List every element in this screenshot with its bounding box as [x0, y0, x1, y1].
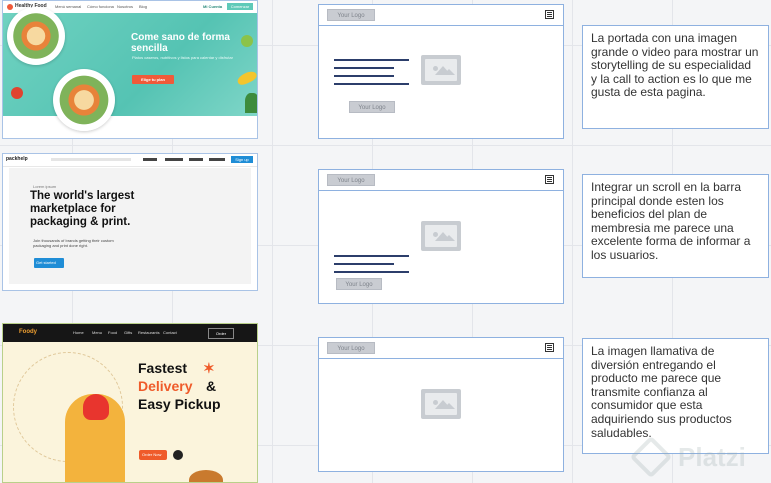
screenshot-cta-button: Elige tu plan [132, 75, 174, 84]
screenshot-nav-link: Restaurants [138, 330, 160, 335]
wireframe-text-line [334, 271, 409, 273]
screenshot-hero-title: Come sano de forma sencilla [131, 32, 230, 54]
wireframe-header: Your Logo [319, 170, 563, 191]
leaf-icon [245, 93, 257, 113]
screenshot-nav-link [209, 158, 225, 161]
screenshot-brand: packhelp [6, 156, 28, 162]
wireframe-footer-logo: Your Logo [336, 278, 382, 290]
image-placeholder-icon [421, 389, 461, 419]
food-plate-icon [53, 69, 115, 131]
wireframe-text-line [334, 83, 409, 85]
hamburger-menu-icon[interactable] [545, 343, 554, 352]
screenshot-nav-link [189, 158, 203, 161]
burger-icon [189, 470, 223, 482]
screenshot-nav-link: Nosotros [117, 4, 134, 9]
brand-logo-icon [7, 4, 13, 10]
wireframe-text-line [334, 75, 394, 77]
screenshot-hero-line-2: Delivery [138, 378, 193, 394]
screenshot-hero-line-1: Fastest [138, 360, 188, 376]
screenshot-hero-line-3: Easy Pickup [138, 396, 221, 412]
image-placeholder-icon [421, 221, 461, 251]
platzi-logo-icon [629, 435, 673, 479]
screenshot-eyebrow: Lorem ipsum [33, 184, 57, 189]
platzi-watermark: Platzi [629, 435, 766, 479]
screenshot-hero: Fastest ✶ Delivery & Easy Pickup Order N… [3, 342, 257, 482]
screenshot-nav: Foody Home Menu Food Gifts Restaurants C… [3, 324, 257, 342]
play-video-icon [173, 450, 183, 460]
note-1: La portada con una imagen grande o video… [582, 25, 769, 129]
screenshot-cta-button: Get started [34, 258, 64, 268]
lime-icon [241, 35, 253, 47]
wireframe-text-line [334, 263, 394, 265]
wireframe-1: Your Logo Your Logo [318, 4, 564, 139]
screenshot-nav-link: Contact [163, 330, 177, 335]
screenshot-nav: packhelp Sign up [3, 154, 257, 167]
wireframe-3: Your Logo [318, 337, 564, 472]
screenshot-nav-cta: Comenzar [227, 3, 253, 10]
wireframe-header: Your Logo [319, 338, 563, 359]
reference-screenshot-3: Foody Home Menu Food Gifts Restaurants C… [2, 323, 258, 483]
screenshot-cta-label: Get started [36, 260, 56, 265]
sparkle-icon: ✶ [203, 360, 215, 376]
reference-screenshot-1: Healthy Food Menú semanal Cómo funciona … [2, 0, 258, 139]
screenshot-nav-cta: Order [208, 328, 234, 339]
screenshot-nav-link: Blog [139, 4, 148, 9]
hamburger-menu-icon[interactable] [545, 175, 554, 184]
screenshot-nav-cta: Sign up [231, 156, 253, 163]
screenshot-hero-amp: & [206, 378, 217, 394]
wireframe-footer-logo: Your Logo [349, 101, 395, 113]
screenshot-search-bar [51, 158, 131, 161]
wireframe-2: Your Logo Your Logo [318, 169, 564, 304]
screenshot-nav-link: Menu [92, 330, 103, 335]
screenshot-hero-subtitle: Platos caseros, nutritivos y listos para… [132, 55, 233, 60]
wireframe-text-line [334, 255, 409, 257]
screenshot-nav-link: Cómo funciona [87, 4, 114, 9]
screenshot-nav-link [165, 158, 183, 161]
reference-screenshot-2: packhelp Sign up Lorem ipsum The world's… [2, 153, 258, 291]
screenshot-nav-link: Gifts [124, 330, 133, 335]
banana-icon [235, 69, 257, 87]
hamburger-menu-icon[interactable] [545, 10, 554, 19]
screenshot-cta-button: Order Now [139, 450, 167, 460]
wireframe-text-line [334, 59, 409, 61]
wireframe-logo: Your Logo [327, 9, 375, 21]
screenshot-hero-subtitle: Join thousands of brands getting their c… [33, 238, 114, 248]
screenshot-nav-link [143, 158, 157, 161]
helmet-icon [83, 394, 109, 420]
screenshot-nav-link: Home [73, 330, 84, 335]
screenshot-hero: Come sano de forma sencilla Platos caser… [3, 7, 257, 131]
wireframe-header: Your Logo [319, 5, 563, 26]
screenshot-hero-title: The world's largest marketplace for pack… [30, 190, 135, 228]
wireframe-text-line [334, 67, 394, 69]
wireframe-logo: Your Logo [327, 174, 375, 186]
screenshot-cta-label: Order Now [142, 452, 162, 457]
watermark-text: Platzi [678, 442, 746, 472]
salad-plate-icon [7, 7, 65, 65]
screenshot-login: Mi Cuenta [203, 4, 223, 9]
image-placeholder-icon [421, 55, 461, 85]
screenshot-brand: Foody [19, 329, 37, 335]
screenshot-nav-link: Food [108, 330, 118, 335]
note-2: Integrar un scroll en la barra principal… [582, 174, 769, 278]
tomato-icon [11, 87, 23, 99]
screenshot-nav-link: Menú semanal [55, 4, 82, 9]
wireframe-logo: Your Logo [327, 342, 375, 354]
